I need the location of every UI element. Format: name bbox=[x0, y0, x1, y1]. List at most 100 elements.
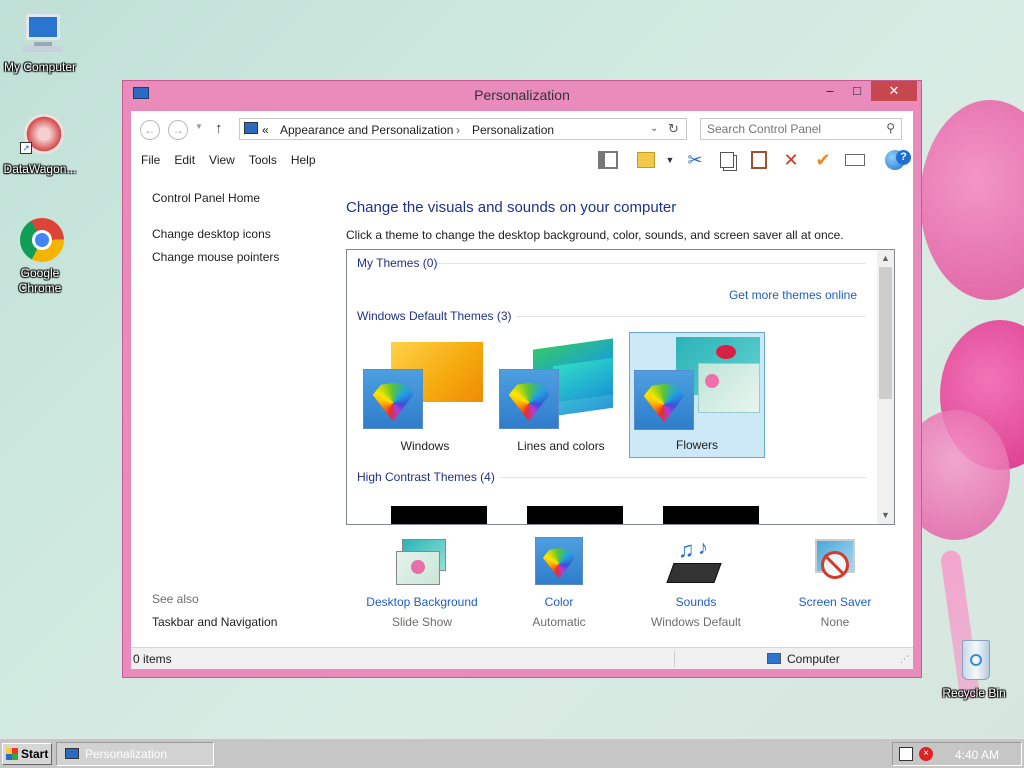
datawagon-icon: ↗ bbox=[16, 112, 64, 160]
help-icon[interactable]: ? bbox=[896, 150, 911, 165]
theme-list-scrollbar[interactable]: ▲ ▼ bbox=[877, 250, 894, 524]
delete-icon[interactable]: ✕ bbox=[780, 149, 802, 171]
high-contrast-theme-preview[interactable] bbox=[391, 506, 487, 524]
theme-list[interactable]: My Themes (0) Get more themes online Win… bbox=[346, 249, 895, 525]
system-tray: × 4:40 AM bbox=[892, 742, 1022, 766]
title-bar[interactable]: Personalization – □ ✕ bbox=[123, 81, 921, 109]
desktop-icon-label: Recycle Bin bbox=[942, 686, 1006, 700]
left-pane: Control Panel Home Change desktop icons … bbox=[152, 191, 332, 264]
recent-pages-chevron-icon[interactable]: ▼ bbox=[195, 122, 203, 131]
setting-label[interactable]: Desktop Background bbox=[352, 595, 492, 609]
menu-view[interactable]: View bbox=[209, 153, 235, 167]
theme-flowers[interactable]: Flowers bbox=[629, 332, 765, 458]
link-taskbar-navigation[interactable]: Taskbar and Navigation bbox=[152, 615, 277, 629]
group-my-themes[interactable]: My Themes (0) bbox=[357, 256, 437, 270]
desktop-icon-recycle-bin[interactable]: Recycle Bin bbox=[934, 636, 1014, 701]
desktop-icon-label: Google Chrome bbox=[18, 266, 62, 295]
volume-muted-icon[interactable]: × bbox=[919, 747, 933, 761]
address-dropdown-icon[interactable]: ⌄ bbox=[650, 123, 658, 134]
menu-file[interactable]: File bbox=[141, 153, 160, 167]
high-contrast-theme-preview[interactable] bbox=[663, 506, 759, 524]
theme-name: Lines and colors bbox=[517, 439, 605, 453]
status-bar: 0 items Computer ⋰ bbox=[131, 647, 913, 669]
maximize-button[interactable]: □ bbox=[843, 81, 871, 101]
desktop-icon-google-chrome[interactable]: Google Chrome bbox=[0, 216, 80, 296]
theme-name: Flowers bbox=[675, 438, 718, 452]
chrome-icon bbox=[16, 216, 64, 264]
status-item-count: 0 items bbox=[133, 652, 172, 666]
scroll-down-arrow-icon[interactable]: ▼ bbox=[877, 507, 894, 524]
setting-label[interactable]: Color bbox=[489, 595, 629, 609]
start-label: Start bbox=[21, 747, 49, 761]
sounds-icon: ♫ ♪ bbox=[666, 537, 722, 589]
setting-value: Windows Default bbox=[650, 615, 742, 629]
back-arrow-icon[interactable]: ← bbox=[140, 120, 160, 140]
menu-edit[interactable]: Edit bbox=[174, 153, 195, 167]
search-icon[interactable]: ⚲ bbox=[886, 121, 895, 135]
menu-help[interactable]: Help bbox=[291, 153, 316, 167]
theme-lines-and-colors[interactable]: Lines and colors bbox=[493, 332, 629, 458]
close-button[interactable]: ✕ bbox=[871, 81, 917, 101]
cut-icon[interactable]: ✂ bbox=[684, 149, 706, 171]
refresh-icon[interactable]: ↻ bbox=[668, 121, 679, 137]
group-divider bbox=[437, 263, 866, 264]
high-contrast-theme-preview[interactable] bbox=[527, 506, 623, 524]
scroll-up-arrow-icon[interactable]: ▲ bbox=[877, 250, 894, 267]
setting-screen-saver[interactable]: Screen Saver None bbox=[765, 537, 905, 629]
folder-options-icon[interactable] bbox=[635, 149, 657, 171]
menu-tools[interactable]: Tools bbox=[249, 153, 277, 167]
link-change-desktop-icons[interactable]: Change desktop icons bbox=[152, 227, 332, 241]
start-button[interactable]: Start bbox=[2, 743, 52, 765]
desktop-icon-my-computer[interactable]: My Computer bbox=[0, 10, 80, 75]
windows-logo-icon bbox=[6, 748, 18, 760]
breadcrumb-personalization[interactable]: Personalization bbox=[472, 123, 554, 137]
clock[interactable]: 4:40 AM bbox=[955, 748, 999, 762]
forward-arrow-icon[interactable]: → bbox=[168, 120, 188, 140]
copy-icon[interactable] bbox=[716, 149, 738, 171]
search-box[interactable]: ⚲ bbox=[700, 118, 902, 140]
setting-label[interactable]: Screen Saver bbox=[765, 595, 905, 609]
desktop-icon-datawagon[interactable]: ↗ DataWagon... bbox=[0, 112, 80, 177]
network-icon[interactable] bbox=[899, 747, 913, 761]
status-divider bbox=[674, 651, 675, 667]
theme-windows[interactable]: Windows bbox=[357, 332, 493, 458]
link-change-mouse-pointers[interactable]: Change mouse pointers bbox=[152, 250, 332, 264]
paste-icon[interactable] bbox=[748, 149, 770, 171]
setting-color[interactable]: Color Automatic bbox=[489, 537, 629, 629]
up-arrow-icon[interactable]: ↑ bbox=[215, 120, 223, 137]
computer-icon bbox=[16, 10, 64, 58]
breadcrumb-separator[interactable]: › bbox=[456, 123, 460, 137]
breadcrumb-appearance[interactable]: Appearance and Personalization bbox=[280, 123, 453, 137]
setting-desktop-background[interactable]: Desktop Background Slide Show bbox=[352, 537, 492, 629]
group-high-contrast-themes[interactable]: High Contrast Themes (4) bbox=[357, 470, 495, 484]
theme-name: Windows bbox=[400, 439, 450, 453]
resize-grip-icon[interactable]: ⋰ bbox=[900, 654, 909, 665]
desktop-icon-label: My Computer bbox=[3, 60, 77, 74]
address-overflow-chevron[interactable]: « bbox=[262, 123, 269, 137]
search-input[interactable] bbox=[707, 122, 877, 136]
scroll-thumb[interactable] bbox=[879, 267, 892, 399]
setting-label[interactable]: Sounds bbox=[626, 595, 766, 609]
menu-bar: File Edit View Tools Help ▼ ✂ ✕ ✔ bbox=[131, 145, 913, 175]
see-also-label: See also bbox=[152, 592, 199, 606]
color-palette-icon bbox=[634, 370, 694, 430]
desktop-icon-label: DataWagon... bbox=[3, 162, 77, 176]
folder-options-dropdown-icon[interactable]: ▼ bbox=[659, 149, 681, 171]
status-location: Computer bbox=[787, 652, 840, 666]
layout-pane-icon[interactable] bbox=[597, 149, 619, 171]
desktop-background-icon bbox=[396, 537, 448, 589]
taskbar-item-label: Personalization bbox=[85, 747, 168, 761]
personalization-window[interactable]: Personalization – □ ✕ ← → ▼ ↑ « Appearan… bbox=[122, 80, 922, 678]
link-get-more-themes[interactable]: Get more themes online bbox=[729, 288, 857, 302]
screen-saver-icon bbox=[809, 537, 861, 589]
taskbar: Start Personalization × 4:40 AM bbox=[0, 738, 1024, 768]
minimize-button[interactable]: – bbox=[816, 81, 844, 101]
rename-icon[interactable] bbox=[844, 149, 866, 171]
address-bar[interactable]: « Appearance and Personalization › Perso… bbox=[239, 118, 687, 140]
properties-check-icon[interactable]: ✔ bbox=[812, 149, 834, 171]
page-heading: Change the visuals and sounds on your co… bbox=[346, 199, 677, 216]
taskbar-item-personalization[interactable]: Personalization bbox=[56, 742, 214, 766]
link-control-panel-home[interactable]: Control Panel Home bbox=[152, 191, 332, 205]
group-windows-default-themes[interactable]: Windows Default Themes (3) bbox=[357, 309, 512, 323]
setting-sounds[interactable]: ♫ ♪ Sounds Windows Default bbox=[626, 537, 766, 629]
